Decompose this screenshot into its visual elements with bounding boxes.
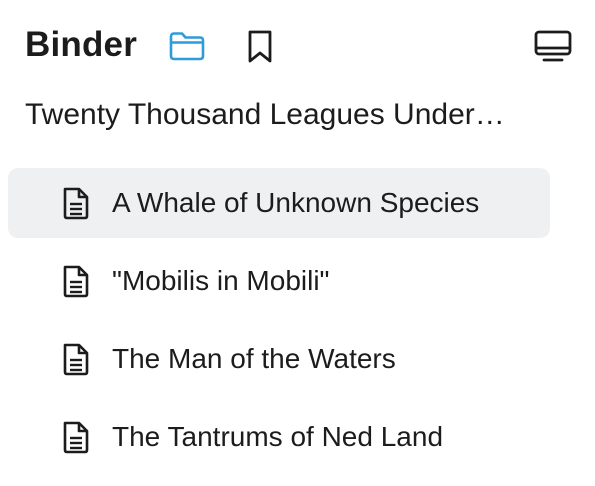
- folder-icon: [169, 32, 205, 61]
- document-icon: [63, 187, 89, 220]
- chapter-item[interactable]: "Mobilis in Mobili": [8, 246, 550, 316]
- document-icon: [63, 343, 89, 376]
- chapter-label: The Tantrums of Ned Land: [112, 421, 444, 452]
- binder-header: Binder: [0, 0, 595, 92]
- chapter-list: A Whale of Unknown Species "Mobilis in M…: [8, 168, 550, 480]
- bookmark-icon: [248, 30, 272, 63]
- chapter-label: "Mobilis in Mobili": [112, 265, 330, 296]
- chapter-label: The Man of the Waters: [112, 343, 396, 374]
- desktop-icon: [534, 30, 572, 62]
- binder-title: Binder: [25, 25, 138, 64]
- document-icon: [63, 421, 89, 454]
- device-button[interactable]: [533, 26, 573, 66]
- chapter-label: A Whale of Unknown Species: [112, 187, 480, 218]
- project-title[interactable]: Twenty Thousand Leagues Under…: [25, 95, 545, 135]
- document-icon: [63, 265, 89, 298]
- chapter-item[interactable]: The Tantrums of Ned Land: [8, 402, 550, 472]
- bookmark-button[interactable]: [240, 26, 280, 66]
- chapter-item[interactable]: A Whale of Unknown Species: [8, 168, 550, 238]
- folder-button[interactable]: [167, 26, 207, 66]
- chapter-item[interactable]: The Man of the Waters: [8, 324, 550, 394]
